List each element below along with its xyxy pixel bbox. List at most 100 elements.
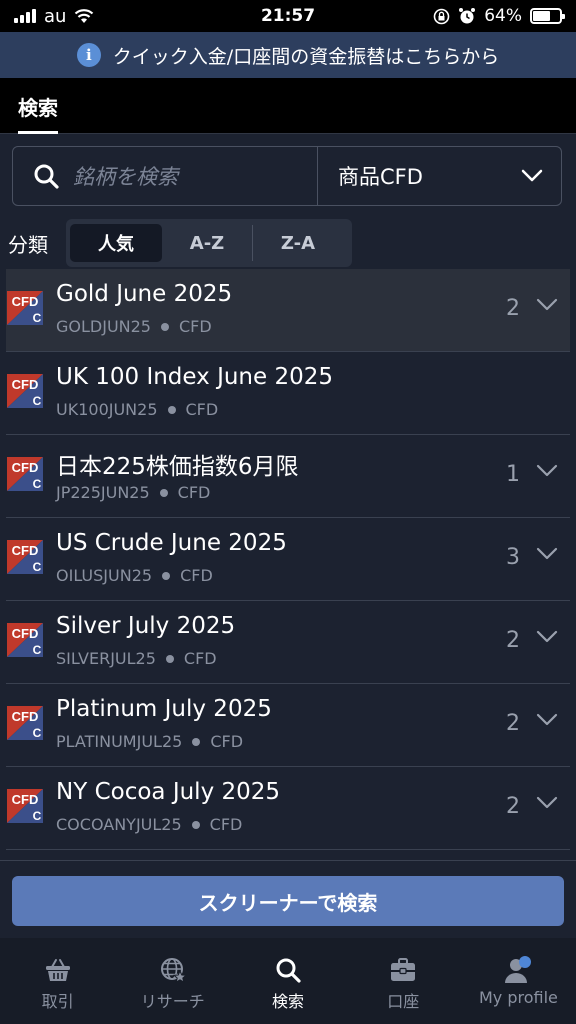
instrument-meta: PLATINUMJUL25 CFD: [56, 732, 243, 751]
sort-option-z-a[interactable]: Z-A: [253, 224, 343, 262]
sort-option-a-z[interactable]: A-Z: [162, 224, 252, 262]
cfd-icon-text-bottom: C: [33, 477, 42, 491]
nav-label-search: 検索: [272, 992, 305, 1011]
instrument-meta: OILUSJUN25 CFD: [56, 566, 213, 585]
chevron-down-icon[interactable]: [536, 796, 558, 810]
cfd-icon-text-bottom: C: [33, 643, 42, 657]
category-value: 商品CFD: [338, 165, 423, 189]
instrument-row[interactable]: CFD C 日本225株価指数6月限 JP225JUN25 CFD 1: [6, 435, 570, 518]
cfd-icon: CFD C: [7, 291, 43, 325]
header: 検索: [0, 78, 576, 134]
instrument-code: COCOANYJUL25: [56, 815, 182, 834]
contract-count: 2: [506, 794, 520, 819]
instrument-code: OILUSJUN25: [56, 566, 153, 585]
nav-item-trade[interactable]: 取引: [0, 938, 115, 1024]
nav-label-profile: My profile: [478, 988, 558, 1007]
category-dropdown[interactable]: 商品CFD: [318, 147, 561, 205]
profile-icon: [503, 956, 533, 984]
instrument-meta: UK100JUN25 CFD: [56, 400, 218, 419]
chevron-down-icon[interactable]: [536, 464, 558, 478]
nav-item-search[interactable]: 検索: [230, 938, 345, 1024]
instrument-name: 日本225株価指数6月限: [56, 454, 299, 480]
instrument-code: PLATINUMJUL25: [56, 732, 183, 751]
separator-dot: [191, 820, 200, 829]
instrument-row[interactable]: CFD C Gold June 2025 GOLDJUN25 CFD 2: [6, 269, 570, 352]
instrument-row[interactable]: CFD C Platinum July 2025 PLATINUMJUL25 C…: [6, 684, 570, 767]
instrument-meta: COCOANYJUL25 CFD: [56, 815, 242, 834]
wifi-icon: [75, 9, 94, 23]
search-input[interactable]: 銘柄を検索: [13, 147, 318, 205]
cfd-icon-text-top: CFD: [12, 460, 39, 475]
cfd-icon-text-top: CFD: [12, 294, 39, 309]
instrument-code: GOLDJUN25: [56, 317, 151, 336]
nav-label-account: 口座: [387, 992, 420, 1011]
instrument-name: Gold June 2025: [56, 281, 233, 307]
cfd-icon-text-top: CFD: [12, 709, 39, 724]
nav-item-profile[interactable]: My profile: [461, 938, 576, 1024]
instrument-name: UK 100 Index June 2025: [56, 364, 333, 390]
instrument-row[interactable]: CFD C UK 100 Index June 2025 UK100JUN25 …: [6, 352, 570, 435]
instrument-type: CFD: [178, 317, 212, 336]
instrument-code: UK100JUN25: [56, 400, 158, 419]
sort-label: 分類: [8, 232, 48, 257]
battery-percent: 64%: [484, 6, 522, 26]
info-icon: i: [76, 43, 101, 67]
sort-option-popular[interactable]: 人気: [70, 224, 162, 262]
contract-count: 2: [506, 628, 520, 653]
cfd-icon-text-top: CFD: [12, 543, 39, 558]
instrument-name: US Crude June 2025: [56, 530, 287, 556]
chevron-down-icon[interactable]: [536, 547, 558, 561]
signal-icon: [14, 9, 36, 23]
separator-dot: [167, 405, 176, 414]
chevron-down-icon[interactable]: [536, 630, 558, 644]
instrument-meta: GOLDJUN25 CFD: [56, 317, 212, 336]
globe-star-icon: [159, 956, 187, 984]
bottom-nav: 取引 リサーチ 検索 口座 My profile: [0, 938, 576, 1024]
cfd-icon: CFD C: [7, 623, 43, 657]
instrument-type: CFD: [180, 566, 213, 585]
instrument-name: Silver July 2025: [56, 613, 236, 639]
screener-area: スクリーナーで検索: [0, 860, 576, 938]
contract-count: 2: [506, 711, 520, 736]
battery-icon: [530, 8, 565, 24]
instrument-name: NY Cocoa July 2025: [56, 779, 281, 805]
banner-text: クイック入金/口座間の資金振替はこちらから: [112, 45, 500, 68]
search-placeholder: 銘柄を検索: [73, 165, 178, 189]
separator-dot: [159, 488, 168, 497]
tab-search[interactable]: 検索: [18, 92, 58, 134]
instrument-name: Platinum July 2025: [56, 696, 272, 722]
separator-dot: [165, 654, 174, 663]
instrument-code: SILVERJUL25: [56, 649, 156, 668]
carrier-label: au: [44, 5, 67, 27]
contract-count: 1: [506, 462, 520, 487]
instrument-meta: SILVERJUL25 CFD: [56, 649, 217, 668]
chevron-down-icon[interactable]: [536, 713, 558, 727]
instrument-row[interactable]: CFD C Silver July 2025 SILVERJUL25 CFD 2: [6, 601, 570, 684]
chevron-down-icon: [521, 169, 543, 182]
cfd-icon: CFD C: [7, 457, 43, 491]
instrument-list: CFD C Gold June 2025 GOLDJUN25 CFD 2 CFD…: [6, 269, 570, 850]
cfd-icon: CFD C: [7, 789, 43, 823]
instrument-row[interactable]: CFD C NY Cocoa July 2025 COCOANYJUL25 CF…: [6, 767, 570, 850]
cfd-icon: CFD C: [7, 540, 43, 574]
instrument-type: CFD: [183, 649, 217, 668]
cfd-icon-text-top: CFD: [12, 626, 39, 641]
chevron-down-icon[interactable]: [536, 298, 558, 312]
separator-dot: [192, 737, 201, 746]
nav-item-research[interactable]: リサーチ: [115, 938, 230, 1024]
cfd-icon-text-bottom: C: [33, 394, 42, 408]
instrument-code: JP225JUN25: [56, 483, 150, 502]
cfd-icon: CFD C: [7, 706, 43, 740]
briefcase-icon: [389, 956, 417, 984]
screener-search-button[interactable]: スクリーナーで検索: [12, 876, 564, 926]
cfd-icon-text-top: CFD: [12, 377, 39, 392]
contract-count: 3: [506, 545, 520, 570]
quick-deposit-banner[interactable]: i クイック入金/口座間の資金振替はこちらから: [0, 32, 576, 78]
instrument-type: CFD: [209, 815, 243, 834]
nav-label-trade: 取引: [41, 992, 74, 1011]
separator-dot: [162, 571, 171, 580]
nav-item-account[interactable]: 口座: [346, 938, 461, 1024]
instrument-row[interactable]: CFD C US Crude June 2025 OILUSJUN25 CFD …: [6, 518, 570, 601]
nav-label-research: リサーチ: [140, 992, 205, 1011]
status-bar: au 21:57 64%: [0, 0, 576, 32]
